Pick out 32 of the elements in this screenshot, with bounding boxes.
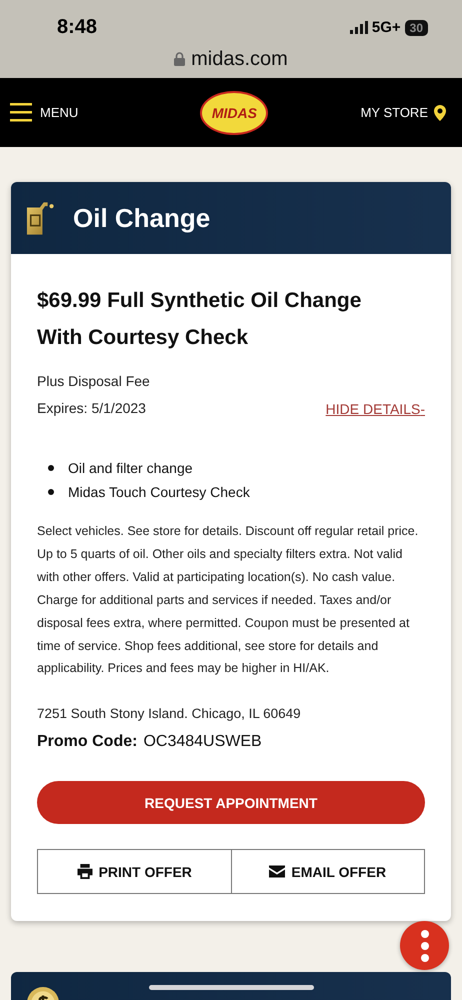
bullet-item: Midas Touch Courtesy Check: [68, 483, 250, 502]
disposal-fee-note: Plus Disposal Fee: [37, 372, 151, 391]
bullet-dot: [48, 465, 54, 471]
lock-icon: [174, 52, 186, 66]
hide-details-link[interactable]: HIDE DETAILS-: [326, 400, 425, 416]
location-pin-icon: [434, 104, 446, 120]
oil-can-icon: [26, 202, 54, 234]
signal-icon: [350, 21, 368, 34]
email-offer-button[interactable]: EMAIL OFFER: [232, 849, 425, 894]
status-time: 8:48: [57, 16, 98, 38]
logo[interactable]: MIDAS: [200, 90, 268, 134]
battery-indicator: 30: [404, 20, 428, 36]
promo-code: OC3484USWEB: [143, 733, 262, 752]
store-address: 7251 South Stony Island. Chicago, IL 60649: [37, 706, 302, 722]
printer-icon: [76, 864, 93, 880]
promo-label: Promo Code:: [37, 733, 138, 752]
bullet-dot: [48, 489, 54, 495]
network-label: 5G+: [372, 19, 401, 36]
envelope-icon: [269, 864, 286, 880]
request-appointment-button[interactable]: REQUEST APPOINTMENT: [37, 781, 425, 824]
more-icon: [420, 930, 428, 962]
menu-icon: [10, 103, 32, 122]
bullet-item: Oil and filter change: [68, 459, 193, 478]
my-store-button[interactable]: MY STORE: [360, 104, 446, 120]
more-options-button[interactable]: [400, 921, 449, 970]
print-offer-button[interactable]: PRINT OFFER: [37, 849, 232, 894]
offer-title: $69.99 Full Synthetic Oil Change With Courtesy Check: [37, 288, 362, 351]
url-text[interactable]: midas.com: [191, 48, 288, 70]
card-title: Oil Change: [73, 202, 210, 234]
expiry-date: Expires: 5/1/2023: [37, 399, 146, 418]
menu-button[interactable]: MENU: [10, 103, 78, 122]
fine-print: Select vehicles. See store for details. Discount off regular retail price. Up to 5 quarts of oil. Other oils and specialty filters extra. Not valid with other offers. Valid at participating location(s). No cash value. Charge for additional parts and services if needed. Taxes and/or disposal fees extra, where permitted. Coupon must be presented at time of service. Shop fees additional, see store for details and applicability. Prices and fees may be higher in HI/AK.: [37, 523, 420, 678]
